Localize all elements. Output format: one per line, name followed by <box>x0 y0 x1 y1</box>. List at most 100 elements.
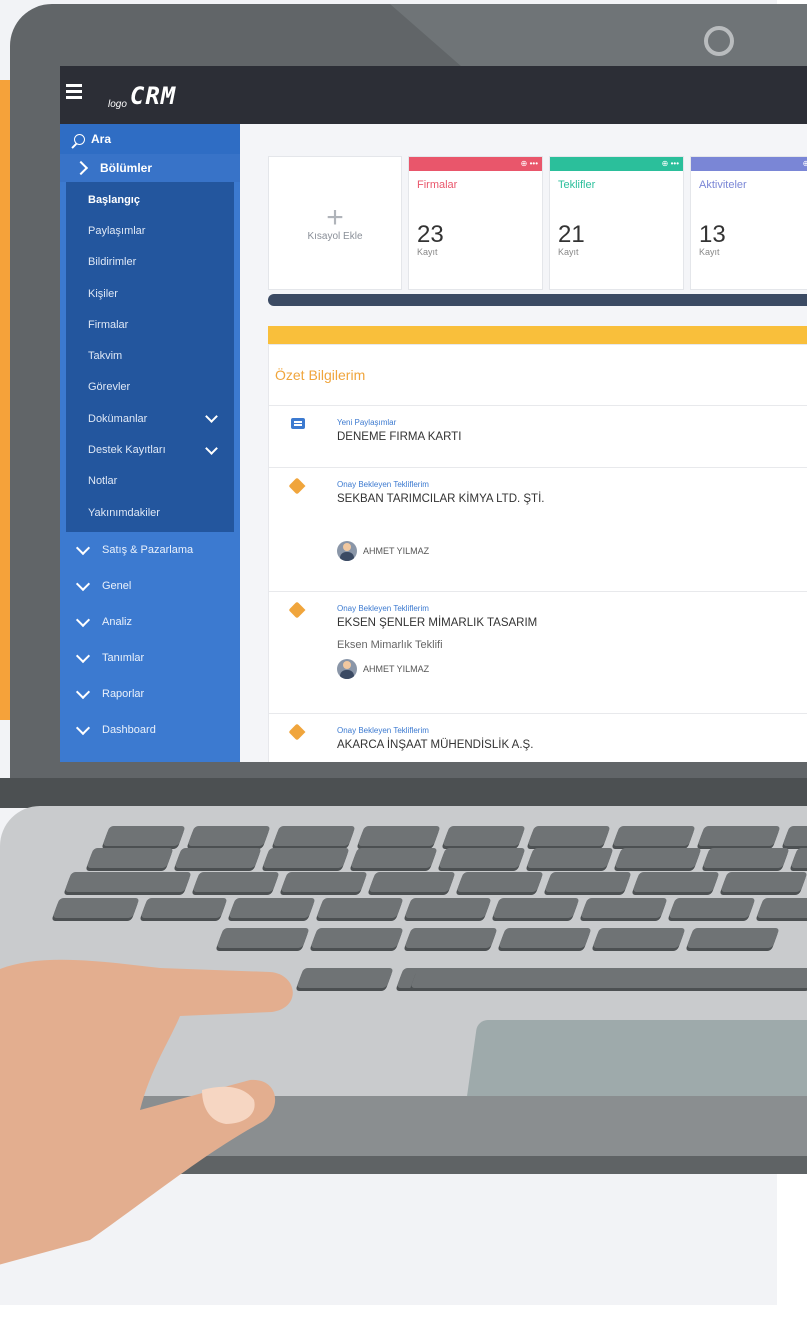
sidebar-group[interactable]: Satış & Pazarlama <box>60 532 240 568</box>
logo-small-text: logo <box>108 99 127 110</box>
keyboard-key <box>442 826 526 846</box>
item-user: AHMET YILMAZ <box>337 541 807 561</box>
laptop-screen: logo CRM Ara Bölümler Başlangıç Paylaşıml… <box>60 66 807 762</box>
keyboard-key <box>544 872 632 892</box>
sidebar-item[interactable]: Takvim <box>66 340 234 371</box>
card-unit: Kayıt <box>558 247 579 257</box>
summary-panel-header-bar <box>268 326 807 344</box>
sidebar-item-label: Görevler <box>88 381 131 394</box>
feed-icon-wrap <box>288 601 306 619</box>
item-user: AHMET YILMAZ <box>337 659 807 679</box>
keyboard-key <box>686 928 780 948</box>
card-options-icon[interactable]: ⊕ ••• <box>662 159 679 168</box>
card-list: ⊕ ••• Firmalar 23 Kayıt ⊕ ••• Teklifler 21 Kayı… <box>402 156 807 290</box>
add-shortcut-card[interactable]: + Kısayol Ekle <box>268 156 402 290</box>
sidebar-item-label: Paylaşımlar <box>88 224 146 237</box>
sidebar-group-label: Dashboard <box>102 724 156 737</box>
keyboard-key <box>756 898 807 918</box>
chevron-down-icon <box>75 541 91 556</box>
sidebar-search[interactable]: Ara <box>60 124 240 154</box>
keyboard-key <box>86 848 174 868</box>
keyboard-key <box>280 872 368 892</box>
sidebar-item[interactable]: Firmalar <box>66 309 234 340</box>
sidebar-item[interactable]: Paylaşımlar <box>66 215 234 246</box>
sidebar-item[interactable]: Dokümanlar <box>66 403 234 434</box>
chevron-down-icon <box>75 649 91 664</box>
keyboard-key <box>668 898 756 918</box>
summary-item[interactable]: Onay Bekleyen Tekliflerim EKSEN ŞENLER Mİ… <box>269 592 807 714</box>
chevron-down-icon <box>75 685 91 700</box>
plus-icon: + <box>326 200 344 234</box>
feed-icon-wrap <box>288 723 306 741</box>
item-description: Eksen Mimarlık Teklifi <box>337 639 443 651</box>
laptop-hinge <box>0 778 807 808</box>
keyboard-key <box>404 928 498 948</box>
sidebar-item-label: Yakınımdakiler <box>88 506 160 519</box>
sidebar-item-label: Kişiler <box>88 287 118 300</box>
sidebar-group[interactable]: Genel <box>60 568 240 604</box>
sidebar-item[interactable]: Görevler <box>66 372 234 403</box>
app-logo[interactable]: logo CRM <box>108 82 176 110</box>
chevron-right-icon <box>73 160 89 176</box>
summary-item[interactable]: Yeni Paylaşımlar DENEME FIRMA KARTI <box>269 406 807 468</box>
chevron-down-icon <box>205 410 218 424</box>
keyboard-key <box>174 848 262 868</box>
tag-icon <box>288 477 306 495</box>
sidebar-group[interactable]: Raporlar <box>60 676 240 712</box>
summary-panel: Özet Bilgilerim Yeni Paylaşımlar DENEME F… <box>268 344 807 762</box>
sidebar-groups: Satış & Pazarlama Genel Analiz Tanımlar Rapo… <box>60 532 240 748</box>
keyboard-key <box>612 826 696 846</box>
chevron-down-icon <box>75 721 91 736</box>
stat-card[interactable]: ⊕ ••• Teklifler 21 Kayıt <box>549 156 684 290</box>
keyboard-key <box>498 928 592 948</box>
tag-icon <box>288 601 306 619</box>
search-icon <box>74 133 85 145</box>
keyboard-key <box>790 848 807 868</box>
keyboard-key <box>357 826 441 846</box>
keyboard-key <box>702 848 790 868</box>
sidebar-item[interactable]: Bildirimler <box>66 247 234 278</box>
keyboard-key <box>614 848 702 868</box>
keyboard-key <box>697 826 781 846</box>
summary-item[interactable]: Onay Bekleyen Tekliflerim SEKBAN TARIMCIL… <box>269 468 807 592</box>
feed-icon-wrap <box>291 418 305 429</box>
avatar <box>337 541 357 561</box>
sidebar-group[interactable]: Analiz <box>60 604 240 640</box>
card-count: 21 <box>558 221 585 248</box>
sidebar-item[interactable]: Notlar <box>66 466 234 497</box>
sidebar-group[interactable]: Tanımlar <box>60 640 240 676</box>
card-options-icon[interactable]: ⊕ ••• <box>803 159 807 168</box>
divider-bar <box>268 294 807 306</box>
card-title: Firmalar <box>417 179 458 191</box>
sidebar-item-label: Firmalar <box>88 318 129 331</box>
sidebar-item-label: Notlar <box>88 475 118 488</box>
keyboard-key <box>632 872 720 892</box>
card-title: Aktiviteler <box>699 179 747 191</box>
sidebar-group-label: Tanımlar <box>102 652 145 665</box>
stat-card[interactable]: ⊕ ••• Aktiviteler 13Kayıt <box>690 156 807 290</box>
sidebar-section-bolumler[interactable]: Bölümler <box>60 154 240 182</box>
dashboard-cards: + Kısayol Ekle ⊕ ••• Firmalar 23 Kayıt ⊕ •••… <box>268 156 807 290</box>
item-title: SEKBAN TARIMCILAR KİMYA LTD. ŞTİ. <box>337 493 545 505</box>
item-title: AKARCA İNŞAAT MÜHENDİSLİK A.Ş. <box>337 739 534 751</box>
hamburger-menu-icon[interactable] <box>66 84 82 87</box>
stat-card[interactable]: ⊕ ••• Firmalar 23 Kayıt <box>408 156 543 290</box>
chevron-down-icon <box>75 613 91 628</box>
sidebar-item[interactable]: Destek Kayıtları <box>66 434 234 465</box>
camera-icon <box>704 26 734 56</box>
sidebar-item[interactable]: Yakınımdakiler <box>66 497 234 528</box>
summary-item[interactable]: Onay Bekleyen Tekliflerim AKARCA İNŞAAT M… <box>269 714 807 762</box>
section-label: Bölümler <box>100 161 153 175</box>
chevron-down-icon <box>75 577 91 592</box>
keyboard-key <box>492 898 580 918</box>
sidebar-item-label: Dokümanlar <box>88 412 148 425</box>
card-count: 23 <box>417 221 444 248</box>
item-category: Onay Bekleyen Tekliflerim <box>337 604 429 613</box>
keyboard-key <box>192 872 280 892</box>
card-options-icon[interactable]: ⊕ ••• <box>521 159 538 168</box>
sidebar-item-label: Bildirimler <box>88 256 137 269</box>
sidebar-group[interactable]: Dashboard <box>60 712 240 748</box>
summary-feed: Yeni Paylaşımlar DENEME FIRMA KARTI Onay B… <box>269 406 807 762</box>
sidebar-item[interactable]: Kişiler <box>66 278 234 309</box>
sidebar-item[interactable]: Başlangıç <box>66 184 234 215</box>
